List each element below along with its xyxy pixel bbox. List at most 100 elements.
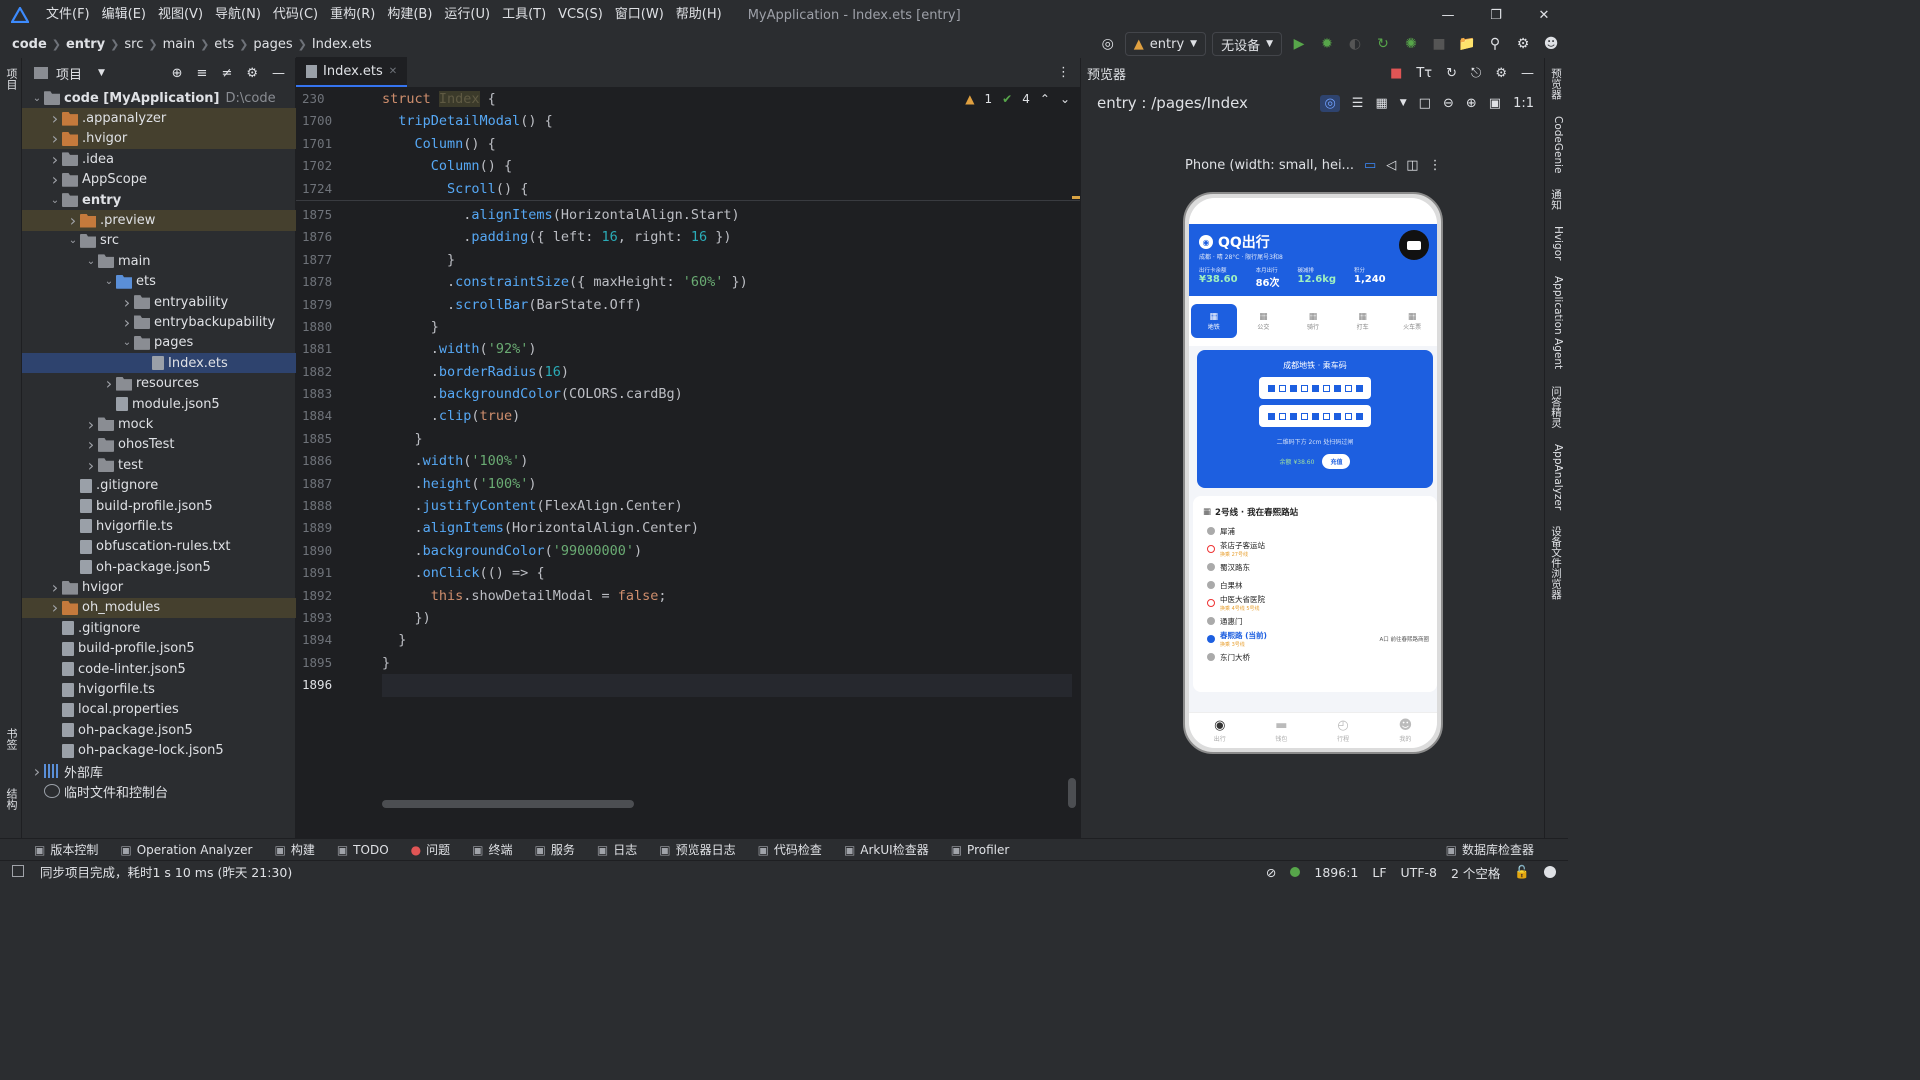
file-encoding[interactable]: UTF-8: [1401, 865, 1437, 880]
menu-item[interactable]: 视图(V): [152, 0, 209, 30]
chevron-down-icon[interactable]: ⌄: [30, 93, 44, 104]
gear-icon[interactable]: ⚙: [1495, 66, 1507, 81]
code-line[interactable]: .backgroundColor(COLORS.cardBg): [382, 383, 1072, 405]
tool-window-button[interactable]: ▣ 终端: [472, 841, 512, 858]
code-line[interactable]: Scroll() {: [382, 178, 1072, 200]
notifications-icon[interactable]: [1544, 866, 1556, 878]
chevron-down-icon[interactable]: ⌄: [1060, 92, 1070, 106]
font-size-icon[interactable]: Tτ: [1416, 66, 1432, 81]
tree-item[interactable]: › AppScope: [22, 170, 296, 190]
lock-icon[interactable]: 🔓: [1514, 864, 1530, 880]
code-line[interactable]: .onClick(() => {: [382, 562, 1072, 584]
status-message[interactable]: 同步项目完成，耗时1 s 10 ms (昨天 21:30): [40, 862, 292, 881]
zoom-out-icon[interactable]: ⊖: [1443, 96, 1454, 111]
station-item[interactable]: 东门大桥: [1193, 648, 1437, 666]
rotate-icon[interactable]: ◫: [1406, 158, 1418, 173]
tool-window-button[interactable]: ▣ 日志: [597, 841, 637, 858]
vertical-scrollbar[interactable]: [1068, 778, 1076, 808]
tree-item[interactable]: oh-package.json5: [22, 720, 296, 740]
tree-item[interactable]: › entrybackupability: [22, 312, 296, 332]
bookmarks-tool-button[interactable]: 书签: [3, 728, 19, 750]
search-icon[interactable]: ⚲: [1484, 33, 1506, 55]
chevron-right-icon[interactable]: ›: [120, 313, 134, 332]
chevron-right-icon[interactable]: ›: [30, 762, 44, 781]
tree-item[interactable]: ⌄ entry: [22, 190, 296, 210]
breadcrumb-item[interactable]: main: [163, 37, 195, 52]
right-tool-button[interactable]: 设备文件浏览器: [1549, 526, 1564, 600]
zoom-in-icon[interactable]: ⊕: [1466, 96, 1477, 111]
tree-item[interactable]: › entryability: [22, 292, 296, 312]
code-line[interactable]: .clip(true): [382, 405, 1072, 427]
breadcrumb-item[interactable]: entry: [66, 37, 105, 52]
station-item[interactable]: 通惠门: [1193, 612, 1437, 630]
tree-item[interactable]: › mock: [22, 414, 296, 434]
fit-icon[interactable]: ▣: [1489, 96, 1501, 111]
inspect-mode-icon[interactable]: ◎: [1320, 94, 1340, 112]
inspection-widget[interactable]: ▲ 1 ✔ 4 ⌃ ⌄: [965, 92, 1070, 106]
menu-item[interactable]: 帮助(H): [670, 0, 728, 30]
tree-item[interactable]: hvigorfile.ts: [22, 679, 296, 699]
chevron-down-icon[interactable]: ⌄: [48, 195, 62, 206]
chevron-right-icon[interactable]: ›: [48, 109, 62, 128]
tree-item[interactable]: module.json5: [22, 394, 296, 414]
right-tool-button[interactable]: AppAnalyzer: [1549, 444, 1564, 510]
chevron-right-icon[interactable]: ›: [48, 129, 62, 148]
breadcrumb-item[interactable]: src: [124, 37, 143, 52]
app-nav-item[interactable]: ◉ 出行: [1214, 718, 1226, 743]
tree-item[interactable]: ⌄ ets: [22, 272, 296, 292]
right-tool-button[interactable]: 问答精灵: [1549, 386, 1564, 428]
device-select[interactable]: 无设备 ▼: [1212, 32, 1282, 56]
menu-item[interactable]: 文件(F): [40, 0, 96, 30]
station-item[interactable]: 蜀汉路东: [1193, 558, 1437, 576]
tool-window-button[interactable]: ▣ ArkUI检查器: [844, 841, 929, 858]
tree-item[interactable]: › test: [22, 455, 296, 475]
tree-item[interactable]: › 外部库: [22, 761, 296, 781]
code-line[interactable]: tripDetailModal() {: [382, 110, 1072, 132]
menu-item[interactable]: 运行(U): [438, 0, 496, 30]
tree-item[interactable]: › .hvigor: [22, 128, 296, 150]
stop-icon[interactable]: ■: [1428, 33, 1450, 55]
tool-window-button[interactable]: ▣ TODO: [337, 843, 389, 857]
rerun-icon[interactable]: ↻: [1372, 33, 1394, 55]
tree-item[interactable]: .gitignore: [22, 475, 296, 495]
menu-item[interactable]: 重构(R): [324, 0, 381, 30]
restore-icon[interactable]: ❐: [1472, 0, 1520, 30]
collapse-all-icon[interactable]: ≠: [221, 66, 232, 81]
right-tool-button[interactable]: CodeGenie: [1549, 116, 1564, 174]
code-line[interactable]: }: [382, 652, 1072, 674]
app-logo-icon[interactable]: [0, 0, 40, 30]
chevron-right-icon[interactable]: ›: [84, 456, 98, 475]
tool-window-button[interactable]: ● 问题: [411, 841, 451, 858]
right-tool-button[interactable]: Application Agent: [1549, 276, 1564, 369]
one-to-one-icon[interactable]: 1:1: [1513, 96, 1534, 111]
structure-tool-button[interactable]: 结构: [3, 788, 19, 810]
station-item[interactable]: 茶店子客运站 换乘 27号线: [1193, 540, 1437, 558]
account-icon[interactable]: ☻: [1540, 33, 1562, 55]
code-line[interactable]: Column() {: [382, 155, 1072, 177]
right-tool-button[interactable]: 预览器: [1549, 68, 1564, 100]
tool-window-button[interactable]: ▣ Operation Analyzer: [120, 843, 252, 857]
chevron-down-icon[interactable]: ⌄: [102, 276, 116, 287]
breadcrumb-item[interactable]: Index.ets: [312, 37, 372, 52]
expand-all-icon[interactable]: ≡: [197, 66, 208, 81]
tree-item[interactable]: › .preview: [22, 210, 296, 231]
tool-window-button[interactable]: ▣ 服务: [535, 841, 575, 858]
attach-debugger-icon[interactable]: ✺: [1400, 33, 1422, 55]
chevron-right-icon[interactable]: ›: [48, 150, 62, 169]
tree-item[interactable]: › .appanalyzer: [22, 108, 296, 129]
gear-icon[interactable]: ⚙: [246, 66, 258, 81]
chevron-down-icon[interactable]: ▼: [98, 68, 105, 78]
tool-window-button[interactable]: ▣ 代码检查: [758, 841, 822, 858]
code-area[interactable]: struct Index { tripDetailModal() { Colum…: [382, 88, 1072, 808]
debug-icon[interactable]: ✹: [1316, 33, 1338, 55]
indent-setting[interactable]: 2 个空格: [1451, 863, 1500, 882]
tool-window-button[interactable]: ▣ Profiler: [951, 843, 1010, 857]
right-tool-button[interactable]: 通知: [1549, 189, 1564, 210]
code-line[interactable]: .alignItems(HorizontalAlign.Start): [382, 204, 1072, 226]
tree-item[interactable]: build-profile.json5: [22, 639, 296, 659]
layers-icon[interactable]: ☰: [1352, 96, 1364, 111]
back-icon[interactable]: ◁: [1386, 158, 1396, 173]
device-icon[interactable]: ▭: [1364, 158, 1376, 173]
code-line[interactable]: .alignItems(HorizontalAlign.Center): [382, 517, 1072, 539]
code-line[interactable]: }): [382, 607, 1072, 629]
